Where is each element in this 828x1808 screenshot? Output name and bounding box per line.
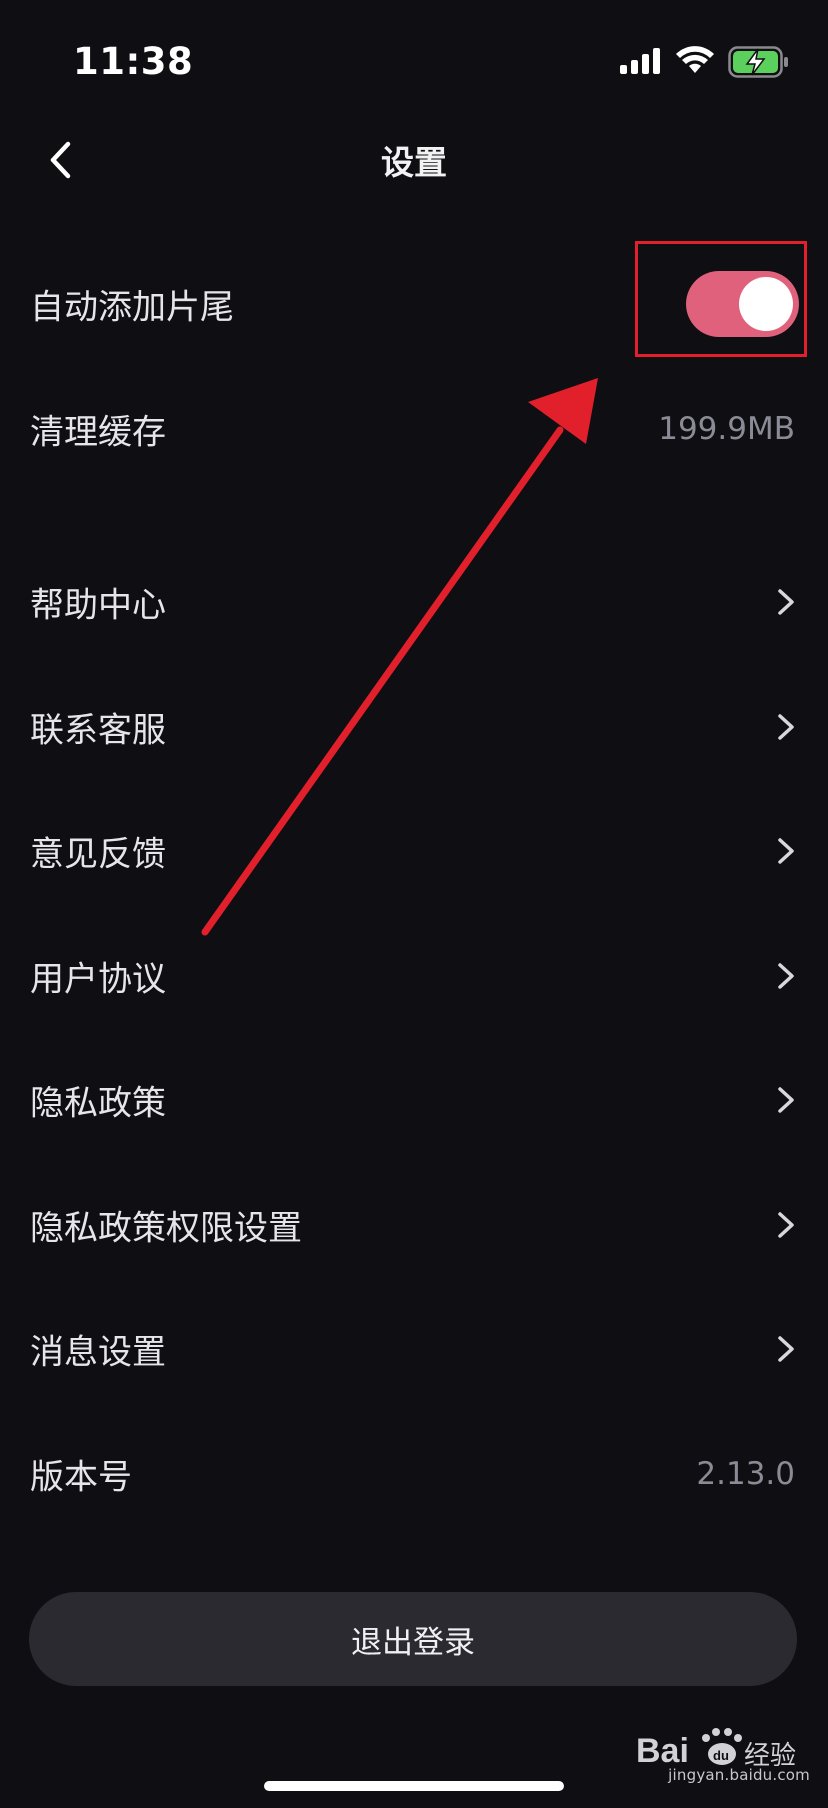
chevron-right-icon	[778, 963, 794, 989]
chevron-right-icon	[778, 838, 794, 864]
logout-button[interactable]: 退出登录	[29, 1592, 797, 1686]
chevron-right-icon	[778, 1212, 794, 1238]
contact-service-label: 联系客服	[30, 710, 166, 751]
chevron-right-icon	[778, 1336, 794, 1362]
message-settings-label: 消息设置	[30, 1332, 166, 1373]
feedback-label: 意见反馈	[30, 834, 166, 875]
version-label: 版本号	[30, 1457, 132, 1498]
settings-row-auto-ending: 自动添加片尾	[0, 249, 828, 359]
settings-row-clear-cache[interactable]: 清理缓存 199.9MB	[0, 374, 828, 484]
signal-icon	[620, 48, 660, 74]
settings-row-version: 版本号 2.13.0	[0, 1419, 828, 1529]
chevron-right-icon	[778, 714, 794, 740]
svg-text:Bai: Bai	[636, 1732, 689, 1770]
version-value: 2.13.0	[696, 1456, 795, 1492]
watermark-url: jingyan.baidu.com	[668, 1766, 810, 1784]
help-center-label: 帮助中心	[30, 585, 166, 626]
auto-ending-label: 自动添加片尾	[30, 287, 234, 328]
page-title: 设置	[381, 143, 447, 182]
home-indicator[interactable]	[264, 1781, 564, 1791]
svg-text:du: du	[713, 1748, 729, 1763]
nav-header: 设置	[0, 120, 828, 200]
auto-ending-toggle[interactable]	[686, 271, 799, 337]
settings-row-contact-service[interactable]: 联系客服	[0, 672, 828, 782]
settings-row-privacy-policy[interactable]: 隐私政策	[0, 1045, 828, 1155]
settings-row-message-settings[interactable]: 消息设置	[0, 1294, 828, 1404]
settings-row-user-agreement[interactable]: 用户协议	[0, 921, 828, 1031]
clear-cache-label: 清理缓存	[30, 412, 166, 453]
chevron-right-icon	[778, 1087, 794, 1113]
toggle-knob	[739, 277, 793, 331]
status-bar: 11:38	[0, 0, 828, 120]
privacy-permissions-label: 隐私政策权限设置	[30, 1208, 302, 1249]
settings-row-privacy-permissions[interactable]: 隐私政策权限设置	[0, 1170, 828, 1280]
battery-charging-icon	[728, 46, 788, 78]
settings-row-help-center[interactable]: 帮助中心	[0, 547, 828, 657]
status-time: 11:38	[73, 40, 194, 83]
wifi-icon	[676, 46, 714, 73]
cache-size-value: 199.9MB	[658, 411, 795, 447]
user-agreement-label: 用户协议	[30, 959, 166, 1000]
privacy-policy-label: 隐私政策	[30, 1083, 166, 1124]
chevron-right-icon	[778, 589, 794, 615]
settings-row-feedback[interactable]: 意见反馈	[0, 796, 828, 906]
